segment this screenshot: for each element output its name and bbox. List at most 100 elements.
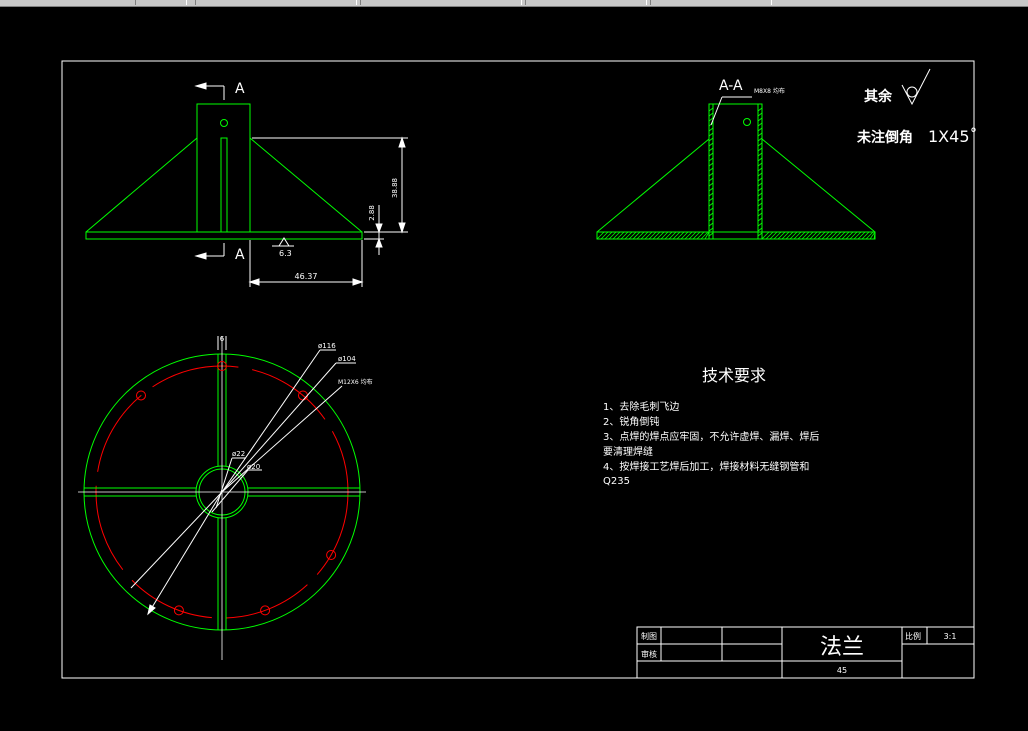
hatch-line: [805, 231, 814, 240]
hatch-line: [769, 231, 778, 240]
hatch-line: [845, 231, 854, 240]
hatch-line: [616, 231, 625, 240]
hatch-line: [801, 231, 810, 240]
dim-width: 46.37: [295, 272, 318, 281]
dim-hub-inner: ø20: [247, 463, 260, 471]
hatch-line: [708, 202, 714, 207]
hatch-line: [708, 222, 714, 227]
dim-height: 38.88: [391, 178, 399, 198]
hatch-line: [640, 231, 649, 240]
hatch-line: [757, 227, 763, 232]
front-view: [85, 103, 363, 240]
toolbar-segment[interactable]: [650, 0, 772, 5]
hatch-line: [757, 132, 763, 137]
rest-label: 其余: [864, 88, 893, 105]
hatch-line: [757, 117, 763, 122]
hatch-line: [757, 147, 763, 152]
hatch-line: [708, 132, 714, 137]
hatch-line: [841, 231, 850, 240]
cad-drawing[interactable]: A A 38.88 2.88 46.37 6.3 A-A M8X8 均布 其余: [0, 6, 1028, 727]
hatch-line: [757, 222, 763, 227]
hatch-line: [757, 192, 763, 197]
dim-slot: 6: [220, 335, 225, 343]
hatch-line: [708, 107, 714, 112]
tech-req-line: 3、点焊的焊点应牢固，不允许虚焊、漏焊、焊后: [603, 430, 819, 443]
hatch-line: [608, 231, 617, 240]
part-name: 法兰: [820, 635, 864, 660]
hatch-line: [708, 127, 714, 132]
hatch-line: [708, 172, 714, 177]
hatch-line: [853, 231, 862, 240]
hatch-line: [757, 167, 763, 172]
drawing-canvas[interactable]: A A 38.88 2.88 46.37 6.3 A-A M8X8 均布 其余: [0, 6, 1028, 727]
hatch-line: [708, 197, 714, 202]
hatch-line: [644, 231, 653, 240]
hatch-line: [708, 142, 714, 147]
plan-view: [78, 336, 366, 660]
hatch-line: [664, 231, 673, 240]
hatch-line: [757, 207, 763, 212]
hatch-line: [708, 212, 714, 217]
hatch-line: [781, 231, 790, 240]
hatch-line: [708, 112, 714, 117]
hatch-line: [708, 182, 714, 187]
hatch-line: [624, 231, 633, 240]
toolbar-segment[interactable]: [195, 0, 357, 5]
drawn-by-label: 制图: [641, 631, 657, 641]
toolbar-segment[interactable]: [135, 0, 187, 5]
hatch-line: [797, 231, 806, 240]
hatch-line: [652, 231, 661, 240]
hatch-line: [708, 137, 714, 142]
tech-req-lines: 1、去除毛刺飞边 2、锐角倒钝 3、点焊的焊点应牢固，不允许虚焊、漏焊、焊后 要…: [603, 400, 819, 487]
chamfer-label: 未注倒角: [857, 129, 913, 146]
hatch-line: [628, 231, 637, 240]
hatch-line: [757, 202, 763, 207]
hole-note: M12X6 均布: [338, 378, 373, 386]
hatch-line: [708, 207, 714, 212]
hatch-line: [789, 231, 798, 240]
hatch-line: [757, 212, 763, 217]
hatch-line: [672, 231, 681, 240]
hatch-line: [692, 231, 701, 240]
checked-by-label: 审核: [641, 649, 657, 659]
hatch-line: [761, 231, 770, 240]
front-view-dimensions: [248, 136, 408, 287]
hatch-line: [596, 231, 605, 240]
hatch-line: [708, 227, 714, 232]
thread-note: M8X8 均布: [754, 87, 785, 95]
toolbar-segment[interactable]: [525, 0, 647, 5]
title-block: [636, 626, 975, 679]
scale-value: 3:1: [944, 632, 957, 641]
hatch-line: [708, 177, 714, 182]
hatch-line: [660, 231, 669, 240]
hatch-line: [708, 152, 714, 157]
hatch-line: [757, 127, 763, 132]
left-rib: [85, 137, 198, 233]
roughness-value: 6.3: [279, 249, 292, 258]
hatch-line: [757, 112, 763, 117]
hatch-line: [777, 231, 786, 240]
hatch-line: [708, 232, 714, 237]
hatch-line: [809, 231, 818, 240]
hatch-line: [757, 232, 763, 237]
hatch-line: [757, 172, 763, 177]
hatch-line: [708, 217, 714, 222]
hatch-line: [708, 187, 714, 192]
hatch-line: [636, 231, 645, 240]
toolbar-segment[interactable]: [360, 0, 522, 5]
hatch-line: [696, 231, 705, 240]
hatch-line: [813, 231, 822, 240]
tech-req-line: 1、去除毛刺飞边: [603, 400, 679, 413]
dim-outer-dia: ø116: [318, 342, 336, 350]
dim-bolt-circle-dia: ø104: [338, 355, 356, 363]
hatch-line: [648, 231, 657, 240]
upright-plate: [196, 103, 251, 233]
section-label-top: A: [235, 81, 245, 97]
drawing-frame: [61, 60, 975, 679]
dim-thickness: 2.88: [368, 205, 376, 221]
hatch-line: [757, 187, 763, 192]
hatch-line: [833, 231, 842, 240]
hatch-line: [668, 231, 677, 240]
base-plate: [85, 231, 363, 240]
chamfer-value: 1X45˚: [928, 127, 978, 146]
